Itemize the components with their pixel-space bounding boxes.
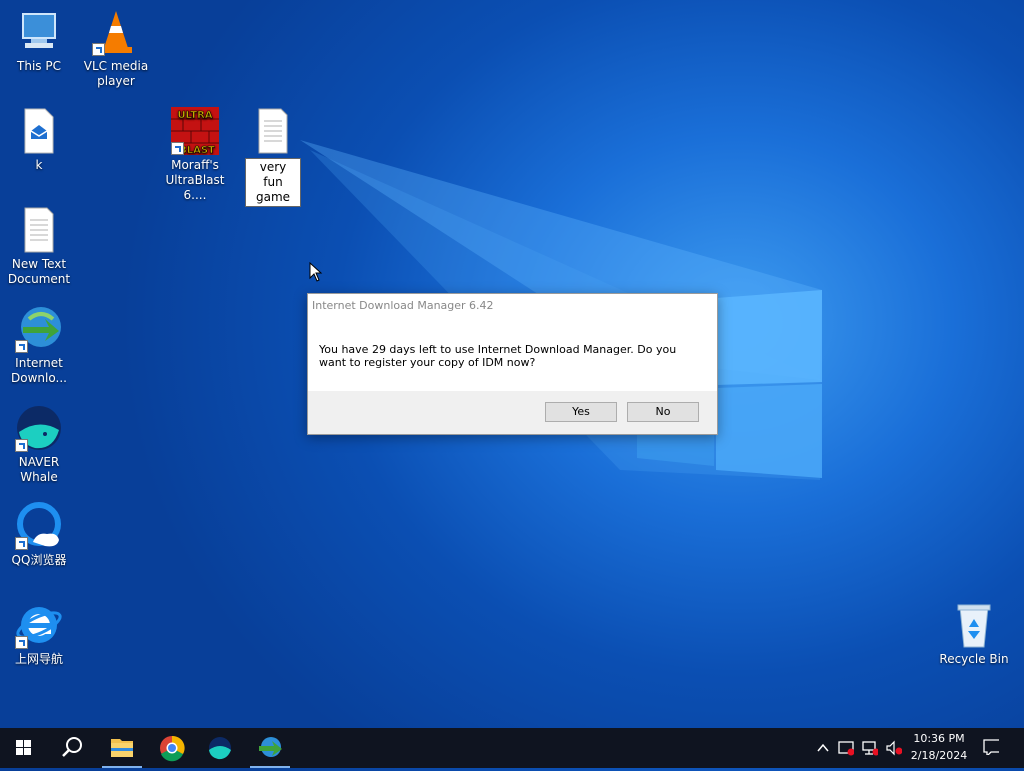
taskbar-chrome[interactable] [148,728,196,768]
idm-icon [259,737,282,757]
desktop-icon-renaming[interactable]: very fun game [233,107,313,207]
taskbar-idm[interactable] [246,728,294,768]
desktop-icon-vlc[interactable]: VLC media player [76,8,156,89]
desktop-icon-new-text-document[interactable]: New Text Document [0,206,79,287]
desktop-icon-recycle-bin[interactable]: Recycle Bin [934,601,1014,667]
rename-input[interactable]: very fun game [245,158,301,207]
network-icon[interactable] [862,740,878,756]
desktop-icon-this-pc[interactable]: This PC [0,8,79,74]
text-document-icon [15,206,63,254]
desktop-icon-label: Moraff's UltraBlast 6.... [165,158,225,202]
taskbar: 10:36 PM 2/18/2024 [0,728,1024,768]
dialog-message: You have 29 days left to use Internet Do… [319,343,677,369]
qq-browser-icon [15,502,63,550]
desktop-icon-ultrablast[interactable]: ULTRA BLAST Moraff's UltraBlast 6.... [155,107,235,203]
notification-icon[interactable] [983,739,999,755]
start-icon [16,740,31,755]
desktop-icon-idm[interactable]: Internet Downlo... [0,305,79,386]
shortcut-arrow-icon [15,636,28,649]
ie-navigation-icon [15,601,63,649]
taskbar-file-explorer[interactable] [98,728,146,768]
desktop-icon-label: NAVER Whale [18,455,60,484]
idm-icon [15,305,63,353]
search-button[interactable] [48,728,96,768]
no-button[interactable]: No [627,402,699,422]
desktop-icon-label: This PC [17,59,61,73]
desktop-icon-ie-navigation[interactable]: 上网导航 [0,601,79,667]
this-pc-icon [15,8,63,56]
shortcut-arrow-icon [15,537,28,550]
volume-muted-icon[interactable] [886,740,902,756]
desktop-icon-label: 上网导航 [14,652,63,666]
text-document-icon [249,107,297,155]
ultrablast-icon: ULTRA BLAST [171,107,219,156]
desktop-icon-naver-whale[interactable]: NAVER Whale [0,404,79,485]
naver-whale-icon [209,737,231,760]
start-button[interactable] [0,728,48,768]
desktop-icon-label: k [35,158,43,172]
desktop-icon-label: VLC media player [83,59,149,88]
shortcut-arrow-icon [15,439,28,452]
desktop-icon-k[interactable]: k [0,107,79,173]
idm-registration-dialog: Internet Download Manager 6.42 You have … [307,293,718,435]
chevron-up-icon[interactable] [816,740,832,756]
security-icon[interactable] [838,740,854,756]
svg-text:ULTRA: ULTRA [177,110,212,121]
shortcut-arrow-icon [171,142,184,155]
dialog-title: Internet Download Manager 6.42 [312,299,494,312]
file-explorer-icon [111,739,133,757]
desktop-icon-label: New Text Document [7,257,71,286]
naver-whale-icon [15,404,63,452]
recycle-bin-icon [950,601,998,649]
clock-time[interactable]: 10:36 PM [906,732,972,745]
mail-doc-icon [15,107,63,155]
desktop-icon-label: Recycle Bin [939,652,1009,666]
search-icon [62,737,82,757]
taskbar-naver-whale[interactable] [196,728,244,768]
vlc-icon [92,8,140,56]
mouse-cursor-icon [309,262,323,282]
yes-button[interactable]: Yes [545,402,617,422]
desktop-icon-label: QQ浏览器 [11,553,67,567]
svg-text:BLAST: BLAST [179,145,215,155]
shortcut-arrow-icon [15,340,28,353]
desktop-icon-label: Internet Downlo... [11,356,67,385]
shortcut-arrow-icon [92,43,105,56]
desktop-icon-qq-browser[interactable]: QQ浏览器 [0,502,79,568]
chrome-icon [160,735,185,762]
clock-date[interactable]: 2/18/2024 [906,749,972,762]
